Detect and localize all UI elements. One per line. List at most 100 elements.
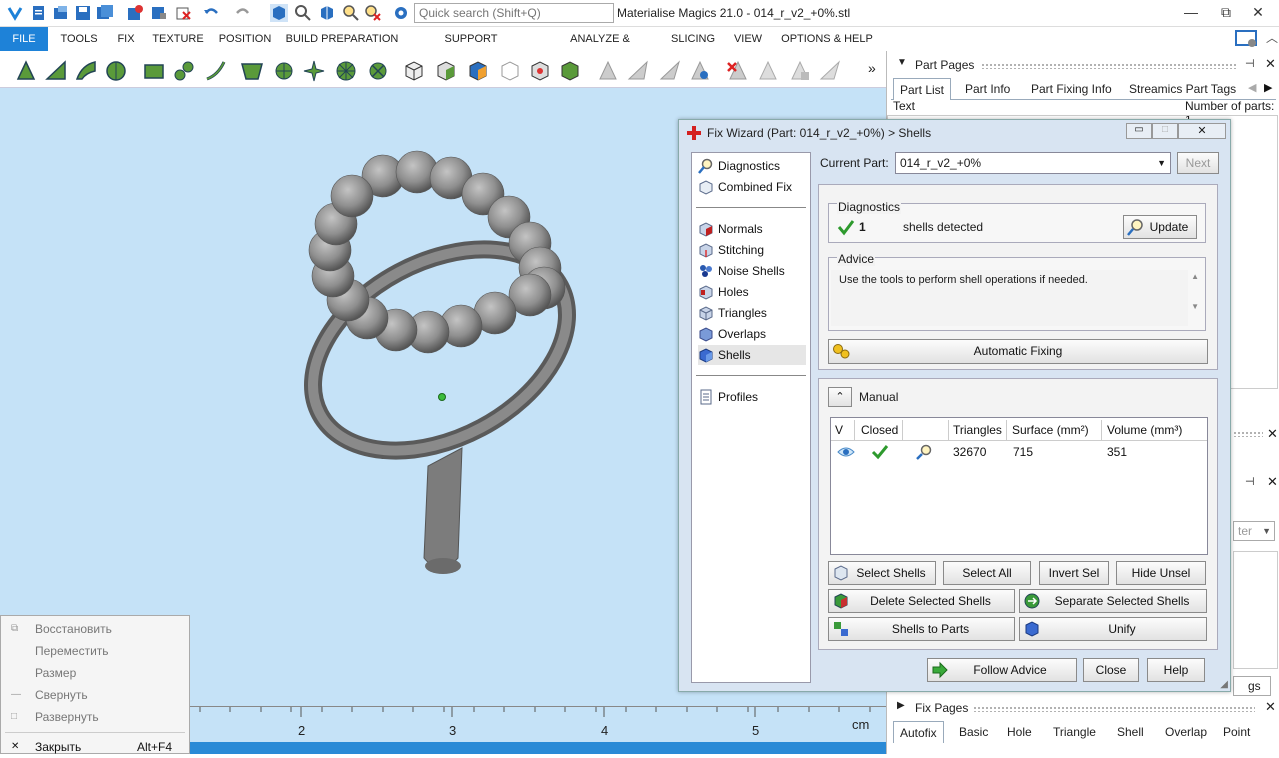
- drag-handle[interactable]: [973, 706, 1255, 712]
- close-pane-icon[interactable]: ✕: [1267, 426, 1278, 442]
- close-dialog-button[interactable]: Close: [1083, 658, 1139, 682]
- menu-item-size[interactable]: Размер: [1, 662, 189, 684]
- tab-basic[interactable]: Basic: [953, 721, 994, 743]
- nav-diagnostics[interactable]: Diagnostics: [698, 156, 806, 176]
- tab-scroll-left-icon[interactable]: ◀: [1248, 81, 1256, 94]
- cube-icon-3[interactable]: [466, 59, 490, 83]
- menu-tools[interactable]: TOOLS: [56, 27, 102, 51]
- menu-fix[interactable]: FIX: [110, 27, 142, 51]
- nav-shells[interactable]: Shells: [698, 345, 806, 365]
- tab-streamics-part-tags[interactable]: Streamics Part Tags: [1123, 78, 1242, 100]
- eye-icon[interactable]: [837, 445, 855, 459]
- drag-handle[interactable]: [1233, 431, 1263, 437]
- wizard-close-x-button[interactable]: ✕: [1178, 123, 1226, 139]
- resize-grip-icon[interactable]: ◢: [1220, 679, 1228, 690]
- tags-fragment[interactable]: gs: [1233, 676, 1271, 696]
- settings-icon[interactable]: [392, 4, 410, 22]
- hide-unsel-button[interactable]: Hide Unsel: [1116, 561, 1206, 585]
- select-all-button[interactable]: Select All: [943, 561, 1031, 585]
- close-pane-icon[interactable]: ✕: [1267, 474, 1278, 490]
- unify-button[interactable]: Unify: [1019, 617, 1207, 641]
- nav-overlaps[interactable]: Overlaps: [698, 324, 806, 344]
- pin-icon[interactable]: ⊣: [1245, 475, 1255, 488]
- tab-overlap[interactable]: Overlap: [1159, 721, 1213, 743]
- help-button[interactable]: Help: [1147, 658, 1205, 682]
- col-header-triangles[interactable]: Triangles: [949, 420, 1007, 440]
- filter-dropdown[interactable]: ter ▼: [1233, 521, 1275, 541]
- zoom-select-icon[interactable]: [294, 4, 312, 22]
- mark-triangle-icon[interactable]: [14, 59, 38, 83]
- tab-scroll-right-icon[interactable]: ▶: [1264, 81, 1272, 94]
- expand-marking-icon[interactable]: [302, 59, 326, 83]
- cube-icon-2[interactable]: [434, 59, 458, 83]
- expand-triangle-icon[interactable]: ▶: [897, 700, 905, 711]
- menu-options-help[interactable]: OPTIONS & HELP: [778, 27, 876, 51]
- menu-position[interactable]: POSITION: [214, 27, 276, 51]
- select-shells-button[interactable]: Select Shells: [828, 561, 936, 585]
- open-file-icon[interactable]: [52, 4, 70, 22]
- menu-item-minimize[interactable]: — Свернуть: [1, 684, 189, 706]
- save-icon[interactable]: [74, 4, 92, 22]
- nav-combined-fix[interactable]: Combined Fix: [698, 177, 806, 197]
- tab-part-info[interactable]: Part Info: [959, 78, 1016, 100]
- menu-slicing[interactable]: SLICING: [666, 27, 720, 51]
- import-icon[interactable]: [126, 4, 144, 22]
- undo-icon[interactable]: [202, 4, 220, 22]
- nav-normals[interactable]: Normals: [698, 219, 806, 239]
- menu-item-maximize[interactable]: □ Развернуть: [1, 706, 189, 728]
- cube-icon-1[interactable]: [402, 59, 426, 83]
- quick-search-input[interactable]: [414, 3, 614, 23]
- menu-item-restore[interactable]: ⧉ Восстановить: [1, 618, 189, 640]
- toolbar-more-button[interactable]: »: [868, 60, 876, 76]
- separate-selected-shells-button[interactable]: Separate Selected Shells: [1019, 589, 1207, 613]
- tab-hole[interactable]: Hole: [1001, 721, 1038, 743]
- export-icon[interactable]: [150, 4, 168, 22]
- mark-curve-icon[interactable]: [204, 59, 228, 83]
- drag-handle[interactable]: [981, 63, 1237, 69]
- nav-holes[interactable]: Holes: [698, 282, 806, 302]
- new-file-icon[interactable]: [30, 4, 48, 22]
- save-all-icon[interactable]: [96, 4, 114, 22]
- cube-icon-6[interactable]: [558, 59, 582, 83]
- delete-part-icon[interactable]: [174, 4, 192, 22]
- wheel-mark-icon[interactable]: [334, 59, 358, 83]
- zoom-to-shell-icon[interactable]: [915, 444, 933, 460]
- delete-triangle-icon[interactable]: [726, 59, 750, 83]
- wizard-minimize-button[interactable]: ▭: [1126, 123, 1152, 139]
- mark-surface-icon[interactable]: [74, 59, 98, 83]
- close-button[interactable]: ✕: [1244, 3, 1272, 23]
- shrink-marking-icon[interactable]: [366, 59, 390, 83]
- col-header-surface[interactable]: Surface (mm²): [1008, 420, 1102, 440]
- col-header-volume[interactable]: Volume (mm³): [1103, 420, 1207, 440]
- unmark-connected-icon[interactable]: [272, 59, 296, 83]
- tab-point[interactable]: Point: [1217, 721, 1256, 743]
- close-pane-icon[interactable]: ✕: [1265, 56, 1276, 72]
- menu-item-move[interactable]: Переместить: [1, 640, 189, 662]
- mark-window-icon[interactable]: [142, 59, 166, 83]
- menu-support-generation[interactable]: SUPPORT GENERATION: [408, 27, 534, 69]
- follow-advice-button[interactable]: Follow Advice: [927, 658, 1077, 682]
- menu-item-close[interactable]: ✕ Закрыть Alt+F4: [1, 736, 189, 758]
- nav-triangles[interactable]: Triangles: [698, 303, 806, 323]
- col-header-visible[interactable]: V: [831, 420, 855, 440]
- wizard-maximize-button[interactable]: □: [1152, 123, 1178, 139]
- ribbon-collapse-icon[interactable]: ︿: [1266, 29, 1278, 46]
- tab-part-list[interactable]: Part List: [893, 78, 952, 100]
- update-button[interactable]: Update: [1123, 215, 1197, 239]
- minimize-button[interactable]: —: [1177, 3, 1205, 23]
- col-header-closed[interactable]: Closed: [857, 420, 903, 440]
- cube-icon-4[interactable]: [498, 59, 522, 83]
- view-cube-icon[interactable]: [318, 4, 336, 22]
- nav-noise-shells[interactable]: Noise Shells: [698, 261, 806, 281]
- delete-selected-shells-button[interactable]: Delete Selected Shells: [828, 589, 1015, 613]
- zoom-reset-icon[interactable]: [364, 4, 382, 22]
- zoom-icon[interactable]: [342, 4, 360, 22]
- cube-icon-5[interactable]: [528, 59, 552, 83]
- current-part-select[interactable]: 014_r_v2_+0% ▼: [895, 152, 1171, 174]
- scroll-up-icon[interactable]: ▲: [1191, 272, 1199, 281]
- shells-to-parts-button[interactable]: Shells to Parts: [828, 617, 1015, 641]
- restore-button[interactable]: ⧉: [1212, 3, 1240, 23]
- menu-build-preparation[interactable]: BUILD PREPARATION: [284, 27, 400, 51]
- collapse-manual-button[interactable]: ⌃: [828, 387, 852, 407]
- col-header-blank[interactable]: [903, 420, 949, 440]
